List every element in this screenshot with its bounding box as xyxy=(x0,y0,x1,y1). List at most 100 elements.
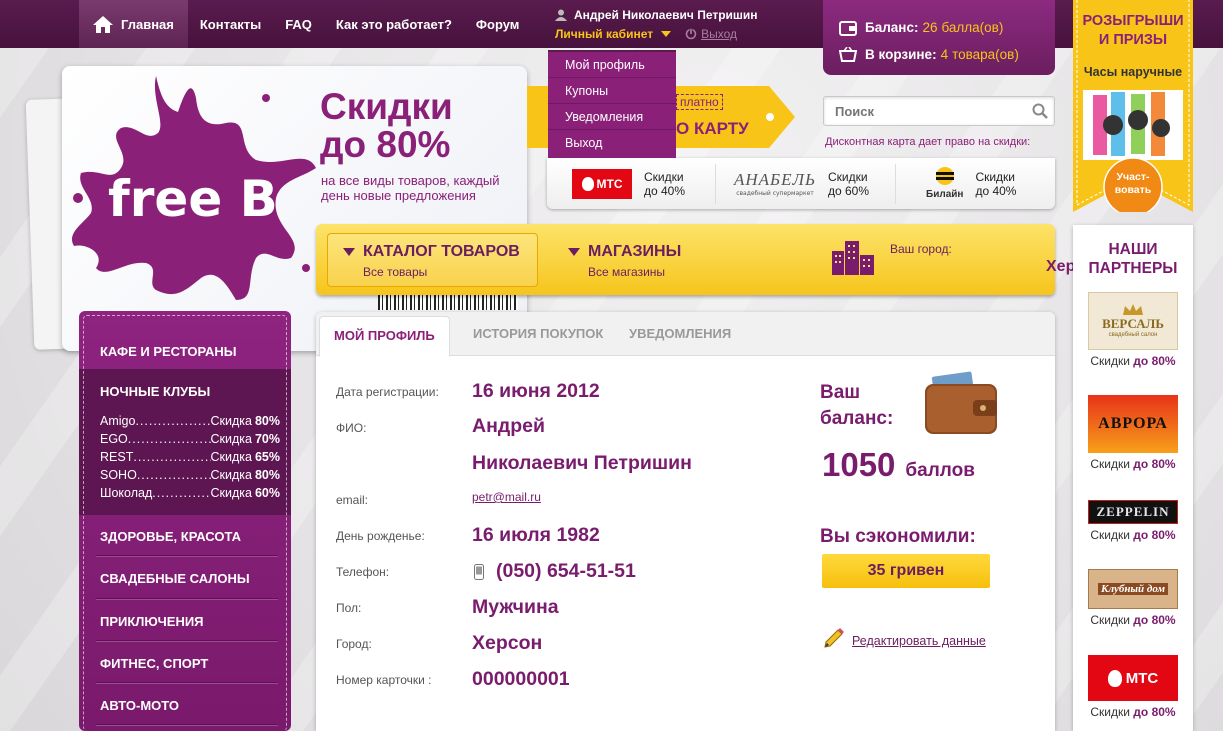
points-unit: баллов xyxy=(905,460,975,481)
sidebar-item-nightclubs[interactable]: НОЧНЫЕ КЛУБЫ xyxy=(100,384,210,399)
prize-subtitle: Часы наручные xyxy=(1083,65,1183,79)
anabel-logo-sub: свадебный супермаркет xyxy=(736,190,814,197)
participate-button[interactable]: Участ-вовать xyxy=(1104,171,1162,197)
barcode xyxy=(378,294,518,310)
sidebar-item-auto[interactable]: АВТО-МОТО xyxy=(100,698,179,713)
menu-item-coupons[interactable]: Купоны xyxy=(548,78,676,104)
sidebar-item-adventures[interactable]: ПРИКЛЮЧЕНИЯ xyxy=(100,614,204,629)
club-item[interactable]: REST Скидка65% xyxy=(100,448,280,466)
divider xyxy=(96,682,278,684)
beeline-logo-text: Билайн xyxy=(926,189,964,200)
partner-logo-text: МТС xyxy=(1125,669,1159,687)
chevron-down-icon[interactable] xyxy=(661,31,672,37)
menu-item-profile[interactable]: Мой профиль xyxy=(548,52,676,78)
club-item[interactable]: Шоколад Скидка60% xyxy=(100,484,280,502)
edit-data-link[interactable]: Редактировать данные xyxy=(852,634,986,648)
strip-text-1: Скидки xyxy=(644,169,684,184)
strip-text-2: Скидки xyxy=(828,169,868,184)
nav-forum[interactable]: Форум xyxy=(464,0,531,48)
partners-title: НАШИ ПАРТНЕРЫ xyxy=(1073,240,1193,278)
partner-item[interactable]: Клубный дом Скидки до 80% xyxy=(1088,569,1178,627)
strip-item-anabel[interactable]: АНАБЕЛЬ свадебный супермаркет Скидки до 6… xyxy=(715,163,895,204)
promo-title-1: Скидки xyxy=(320,86,453,127)
tab-my-profile[interactable]: МОЙ ПРОФИЛЬ xyxy=(319,316,450,357)
pencil-icon xyxy=(824,628,844,648)
club-discount-label: Скидка xyxy=(210,432,252,446)
city-label: Ваш город: xyxy=(890,242,952,256)
cabinet-link[interactable]: Личный кабинет xyxy=(555,27,653,41)
club-discount: 70% xyxy=(254,432,280,446)
search-icon[interactable] xyxy=(1032,103,1048,119)
phone-icon xyxy=(474,564,484,580)
city-selector[interactable]: Ваш город: Херсон xyxy=(890,242,1104,275)
city-field-value: Херсон xyxy=(472,632,543,654)
cart-value[interactable]: 4 xyxy=(941,47,949,62)
partner-logo-versal: ВЕРСАЛЬ свадебный салон xyxy=(1088,292,1178,350)
cart-label: В корзине: xyxy=(865,47,937,62)
club-discount-label: Скидка xyxy=(210,468,252,482)
club-item[interactable]: SOHO Скидка80% xyxy=(100,466,280,484)
club-name: SOHO xyxy=(100,468,137,482)
sex-value: Мужчина xyxy=(472,596,559,618)
nav-how-it-works[interactable]: Как это работает? xyxy=(324,0,464,48)
reg-date-value: 16 июня 2012 xyxy=(472,380,600,402)
email-label: email: xyxy=(336,493,369,507)
mts-egg-icon xyxy=(1107,669,1122,687)
partner-label: Скидки xyxy=(1090,354,1130,368)
strip-pct-3: до 40% xyxy=(975,183,1017,198)
menu-item-logout[interactable]: Выход xyxy=(548,130,676,158)
get-card-tag-text: платно О КАРТУ xyxy=(676,88,794,148)
fio-value-2: Николаевич Петришин xyxy=(472,452,692,474)
nav-home[interactable]: Главная xyxy=(79,0,188,48)
partners-title-1: НАШИ xyxy=(1108,241,1158,258)
tag-bottom-text: О КАРТУ xyxy=(676,119,749,138)
tab-purchase-history[interactable]: ИСТОРИЯ ПОКУПОК xyxy=(473,312,603,356)
profile-panel: МОЙ ПРОФИЛЬ ИСТОРИЯ ПОКУПОК УВЕДОМЛЕНИЯ … xyxy=(316,312,1055,731)
partner-logo-mts: МТС xyxy=(1088,655,1178,701)
strip-pct-1: до 40% xyxy=(644,183,686,198)
club-item[interactable]: EGO Скидка70% xyxy=(100,430,280,448)
tab-notifications[interactable]: УВЕДОМЛЕНИЯ xyxy=(629,312,731,356)
sidebar-item-wedding[interactable]: СВАДЕБНЫЕ САЛОНЫ xyxy=(100,571,250,586)
card-number-label: Номер карточки : xyxy=(336,673,432,687)
strip-item-mts[interactable]: МТС Скидки до 40% xyxy=(547,164,715,204)
partner-item[interactable]: ВЕРСАЛЬ свадебный салон Скидки до 80% xyxy=(1088,292,1178,368)
sidebar-item-fitness[interactable]: ФИТНЕС, СПОРТ xyxy=(100,656,208,671)
balance-heading: Ваш баланс: xyxy=(820,380,893,432)
free-b-logo[interactable]: free B xyxy=(66,68,321,303)
shops-menu[interactable]: МАГАЗИНЫ Все магазины xyxy=(568,243,681,279)
nav-contacts[interactable]: Контакты xyxy=(188,0,273,48)
free-b-logo-text: free B xyxy=(108,170,278,228)
cart-icon[interactable] xyxy=(839,46,857,63)
partner-logo-club: Клубный дом xyxy=(1088,569,1178,609)
sidebar-item-cafe[interactable]: КАФЕ И РЕСТОРАНЫ xyxy=(100,344,237,359)
card-number-value: 000000001 xyxy=(472,668,570,690)
search-input[interactable] xyxy=(824,97,1014,125)
club-discount-label: Скидка xyxy=(210,414,252,428)
club-item[interactable]: Amigo Скидка80% xyxy=(100,412,280,430)
wallet-icon xyxy=(839,20,857,36)
partner-item[interactable]: ZEPPELIN Скидки до 80% xyxy=(1088,500,1178,542)
user-icon xyxy=(555,9,567,21)
anabel-logo-text: АНАБЕЛЬ xyxy=(734,170,816,189)
menu-item-notifications[interactable]: Уведомления xyxy=(548,104,676,130)
main-nav: Главная Контакты FAQ Как это работает? Ф… xyxy=(79,0,531,48)
partner-item[interactable]: МТС Скидки до 80% xyxy=(1088,655,1178,719)
club-name: EGO xyxy=(100,432,128,446)
sidebar-item-health[interactable]: ЗДОРОВЬЕ, КРАСОТА xyxy=(100,529,241,544)
prize-title-1: РОЗЫГРЫШИ xyxy=(1082,13,1184,29)
tag-top-text: платно xyxy=(676,94,723,110)
partner-item[interactable]: АВРОРА Скидки до 80% xyxy=(1088,395,1178,471)
category-sidebar: КАФЕ И РЕСТОРАНЫ НОЧНЫЕ КЛУБЫ Amigo Скидк… xyxy=(79,311,291,731)
partner-strip: МТС Скидки до 40% АНАБЕЛЬ свадебный супер… xyxy=(547,158,1055,209)
birthday-label: День рожденье: xyxy=(336,529,425,543)
shops-sub: Все магазины xyxy=(588,265,666,279)
logout-link[interactable]: Выход xyxy=(701,27,737,41)
catalog-menu[interactable]: КАТАЛОГ ТОВАРОВ Все товары xyxy=(343,243,520,279)
balance-heading-2: баланс: xyxy=(820,408,894,429)
partner-logo-text: ВЕРСАЛЬ xyxy=(1102,316,1164,331)
club-discount-label: Скидка xyxy=(210,450,252,464)
nav-faq[interactable]: FAQ xyxy=(273,0,324,48)
email-value[interactable]: petr@mail.ru xyxy=(472,490,541,504)
strip-item-beeline[interactable]: Билайн Скидки до 40% xyxy=(895,163,1026,204)
